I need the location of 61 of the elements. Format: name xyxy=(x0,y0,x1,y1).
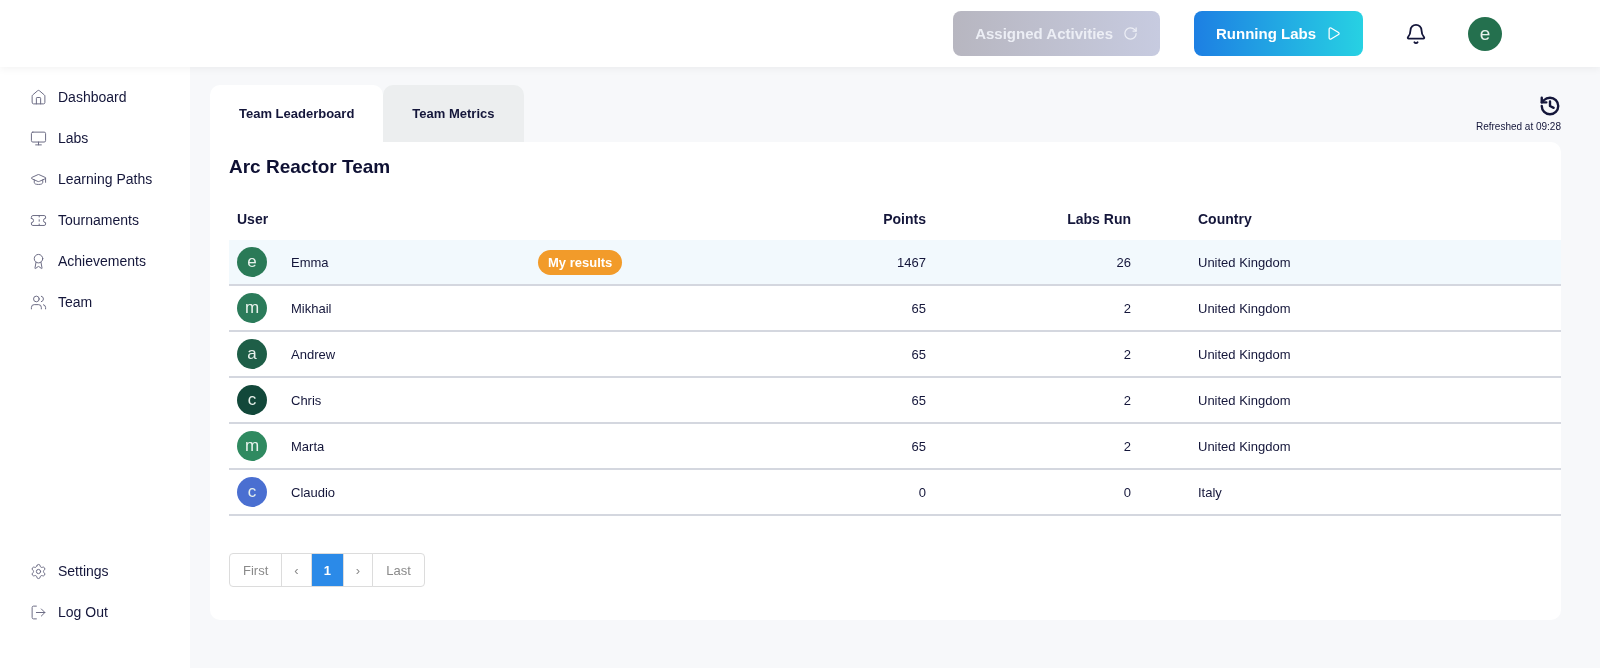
my-results-badge: My results xyxy=(538,249,623,275)
user-avatar[interactable]: e xyxy=(1468,16,1502,51)
column-header: Labs Run xyxy=(1066,211,1131,227)
labs-run-cell-text: 2 xyxy=(1122,438,1131,454)
page-button[interactable]: Last xyxy=(372,553,425,587)
country-cell-text: Italy xyxy=(1198,484,1223,500)
user-name: Mikhail xyxy=(291,300,332,316)
house-icon xyxy=(30,88,47,106)
logout-icon xyxy=(30,603,47,621)
country-cell-text: United Kingdom xyxy=(1198,254,1292,270)
labs-run-cell-text: 2 xyxy=(1122,300,1131,316)
user-name: Chris xyxy=(291,392,322,408)
labs-run-cell-text: 2 xyxy=(1122,392,1131,408)
country-cell-text: United Kingdom xyxy=(1198,392,1292,408)
user-name: Andrew xyxy=(291,346,336,362)
users-icon xyxy=(30,293,47,311)
user-avatar: a xyxy=(237,339,267,369)
page-button[interactable]: ‹ xyxy=(281,553,312,587)
user-name: Claudio xyxy=(291,484,336,500)
points-cell-text: 65 xyxy=(910,346,926,362)
points-cell-text: 1467 xyxy=(896,254,926,270)
sidebar-item[interactable]: Achievements xyxy=(30,249,190,273)
sidebar-item[interactable]: Log Out xyxy=(30,600,190,624)
labs-run-cell-text: 0 xyxy=(1122,484,1131,500)
column-header: User xyxy=(236,211,270,227)
tab[interactable]: Team Leaderboard xyxy=(210,85,384,142)
points-cell-text: 65 xyxy=(910,392,926,408)
sidebar-item[interactable]: Dashboard xyxy=(30,85,190,109)
monitor-icon xyxy=(30,129,47,147)
tab[interactable]: Team Metrics xyxy=(383,85,524,142)
column-header: Country xyxy=(1198,211,1253,227)
page-button[interactable]: 1 xyxy=(310,553,344,587)
refreshed-time: Refreshed at 09:28 xyxy=(1475,121,1561,132)
settings-icon xyxy=(30,562,47,580)
user-avatar: e xyxy=(237,247,267,277)
column-header: Points xyxy=(882,211,926,227)
user-avatar: c xyxy=(237,385,267,415)
labs-run-cell-text: 2 xyxy=(1122,346,1131,362)
sidebar-item[interactable]: Tournaments xyxy=(30,208,190,232)
history-icon[interactable] xyxy=(1539,95,1561,117)
user-avatar: m xyxy=(237,431,267,461)
refresh-icon xyxy=(1123,26,1138,41)
points-cell-text: 65 xyxy=(910,438,926,454)
user-avatar: m xyxy=(237,293,267,323)
user-avatar: c xyxy=(237,477,267,507)
country-cell-text: United Kingdom xyxy=(1198,438,1292,454)
page-button[interactable]: First xyxy=(229,553,283,587)
sidebar-item[interactable]: Settings xyxy=(30,559,190,583)
sidebar-item[interactable]: Team xyxy=(30,290,190,314)
labs-run-cell-text: 26 xyxy=(1115,254,1131,270)
user-name: Marta xyxy=(291,438,325,454)
notification-bell-icon[interactable] xyxy=(1405,22,1427,45)
country-cell-text: United Kingdom xyxy=(1198,346,1292,362)
user-name: Emma xyxy=(291,254,329,270)
sidebar-item[interactable]: Learning Paths xyxy=(30,167,190,191)
country-cell-text: United Kingdom xyxy=(1198,300,1292,316)
points-cell-text: 0 xyxy=(917,484,926,500)
play-icon xyxy=(1326,26,1341,41)
team-title: Arc Reactor Team xyxy=(229,156,392,178)
sidebar-item[interactable]: Labs xyxy=(30,126,190,150)
points-cell-text: 65 xyxy=(910,300,926,316)
